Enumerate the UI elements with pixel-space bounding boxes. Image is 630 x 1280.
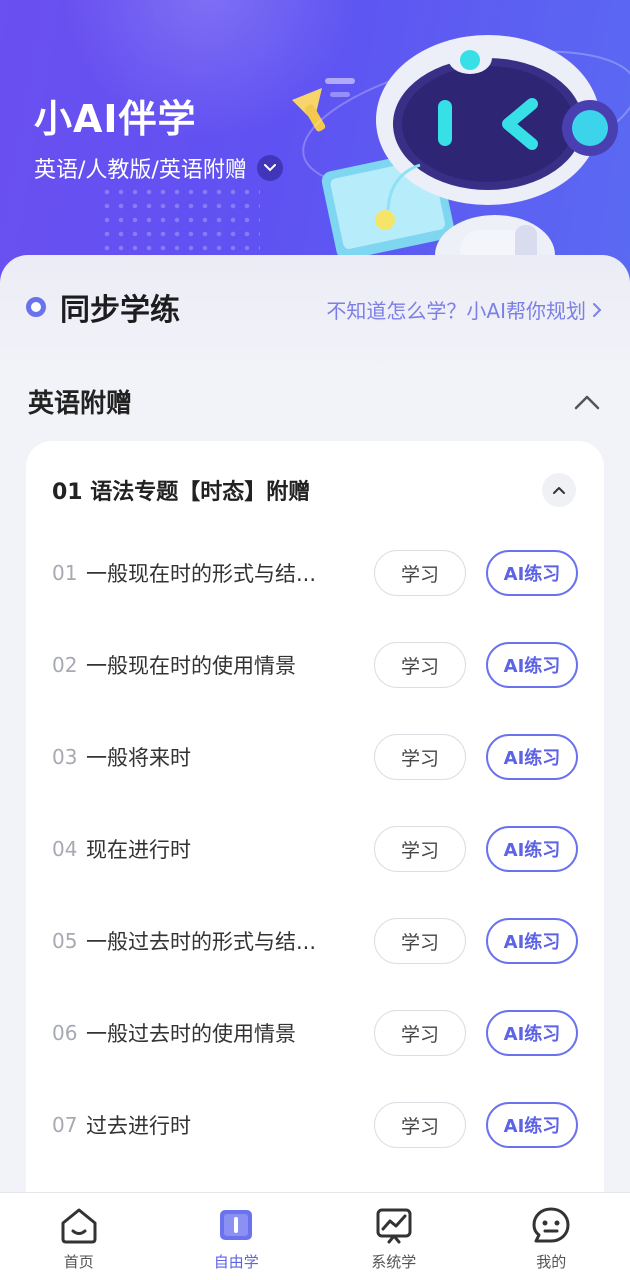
lesson-name: 过去进行时 [86, 1114, 191, 1138]
nav-item-free-study[interactable]: 自由学 [158, 1193, 316, 1280]
chevron-right-icon [593, 302, 602, 317]
app-title: 小AI伴学 [34, 97, 197, 141]
ai-plan-link-label: 不知道怎么学？小AI帮你规划 [326, 299, 586, 323]
lesson-number: 04 [52, 837, 78, 861]
ai-practice-button[interactable]: AI练习 [486, 734, 578, 780]
ai-plan-link[interactable]: 不知道怎么学？小AI帮你规划 [326, 295, 602, 324]
lesson-row[interactable]: 01 一般现在时的形式与结... 学习 AI练习 [52, 545, 578, 601]
unit-title: 01 语法专题【时态】附赠 [52, 480, 311, 505]
collapse-unit-button[interactable] [542, 473, 576, 507]
ring-bullet-icon [26, 297, 46, 317]
lesson-row[interactable]: 04 现在进行时 学习 AI练习 [52, 821, 578, 877]
ai-practice-button[interactable]: AI练习 [486, 550, 578, 596]
lesson-row[interactable]: 05 一般过去时的形式与结... 学习 AI练习 [52, 913, 578, 969]
lesson-row[interactable]: 03 一般将来时 学习 AI练习 [52, 729, 578, 785]
section-header[interactable]: 英语附赠 [28, 383, 600, 420]
lesson-number: 05 [52, 929, 78, 953]
lesson-number: 03 [52, 745, 78, 769]
home-icon [61, 1208, 97, 1244]
bottom-navigation: 首页 自由学 系统学 我的 [0, 1192, 630, 1280]
nav-label-mine: 我的 [536, 1253, 567, 1271]
nav-label-system-study: 系统学 [371, 1253, 417, 1271]
textbook-selector[interactable]: 英语/人教版/英语附赠 [34, 152, 283, 184]
lesson-name: 一般现在时的形式与结... [86, 562, 317, 586]
header-dot-pattern [100, 185, 260, 255]
sync-practice-heading: 同步学练 [26, 285, 180, 329]
sync-practice-title: 同步学练 [60, 293, 180, 328]
study-button[interactable]: 学习 [374, 826, 466, 872]
main-sheet: 同步学练 不知道怎么学？小AI帮你规划 英语附赠 01 语法专题【时态】附赠 0… [0, 255, 630, 1201]
lesson-row[interactable]: 06 一般过去时的使用情景 学习 AI练习 [52, 1005, 578, 1061]
study-button[interactable]: 学习 [374, 550, 466, 596]
lesson-name: 一般现在时的使用情景 [86, 654, 296, 678]
ai-practice-button[interactable]: AI练习 [486, 1102, 578, 1148]
nav-label-free-study: 自由学 [213, 1253, 259, 1271]
chart-icon [376, 1208, 412, 1244]
robot-mascot-icon [292, 35, 630, 290]
study-button[interactable]: 学习 [374, 1102, 466, 1148]
unit-header[interactable]: 01 语法专题【时态】附赠 [52, 473, 576, 507]
study-button[interactable]: 学习 [374, 1010, 466, 1056]
textbook-label: 英语/人教版/英语附赠 [34, 158, 247, 183]
chevron-up-icon[interactable] [574, 394, 600, 410]
lesson-name: 一般过去时的使用情景 [86, 1022, 296, 1046]
book-icon [220, 1210, 253, 1240]
ai-practice-button[interactable]: AI练习 [486, 1010, 578, 1056]
study-button[interactable]: 学习 [374, 734, 466, 780]
lesson-number: 02 [52, 653, 78, 677]
lesson-number: 01 [52, 561, 78, 585]
nav-item-mine[interactable]: 我的 [473, 1193, 630, 1280]
nav-item-home[interactable]: 首页 [0, 1193, 158, 1280]
study-button[interactable]: 学习 [374, 918, 466, 964]
profile-chat-icon [532, 1207, 570, 1243]
lesson-name: 现在进行时 [86, 838, 191, 862]
lesson-number: 06 [52, 1021, 78, 1045]
lesson-row[interactable]: 07 过去进行时 学习 AI练习 [52, 1097, 578, 1153]
lesson-row[interactable]: 02 一般现在时的使用情景 学习 AI练习 [52, 637, 578, 693]
study-button[interactable]: 学习 [374, 642, 466, 688]
ai-practice-button[interactable]: AI练习 [486, 918, 578, 964]
nav-item-system-study[interactable]: 系统学 [315, 1193, 473, 1280]
section-title: 英语附赠 [28, 389, 133, 419]
lesson-name: 一般过去时的形式与结... [86, 930, 317, 954]
ai-practice-button[interactable]: AI练习 [486, 642, 578, 688]
lesson-name: 一般将来时 [86, 746, 191, 770]
chevron-up-icon [553, 486, 565, 494]
lesson-number: 07 [52, 1113, 78, 1137]
ai-practice-button[interactable]: AI练习 [486, 826, 578, 872]
nav-label-home: 首页 [63, 1253, 94, 1271]
unit-card: 01 语法专题【时态】附赠 01 一般现在时的形式与结... 学习 AI练习 0… [26, 441, 604, 1201]
